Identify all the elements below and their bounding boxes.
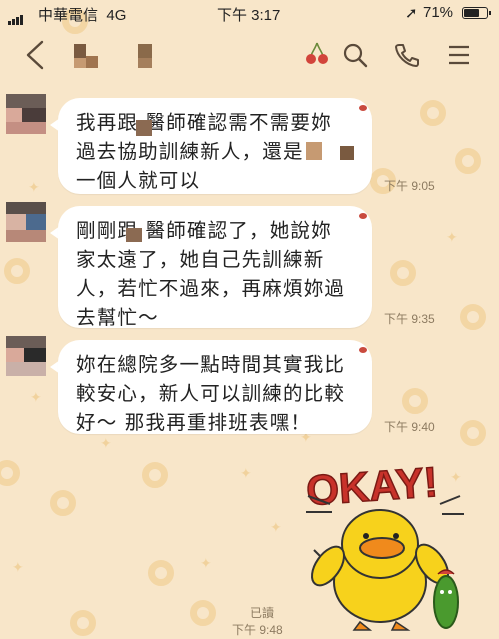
status-bar: 中華電信 4G 下午 3:17 ➚ 71%: [0, 0, 499, 26]
sticker-text: OKAY!: [305, 458, 439, 514]
battery-icon: [462, 7, 491, 19]
message-bubble[interactable]: 剛剛跟 醫師確認了，她說妳 家太遠了，她自己先訓練新 人，若忙不過來，再麻煩妳過…: [58, 206, 372, 329]
status-time: 下午 3:17: [217, 7, 281, 24]
read-receipt: 已讀: [250, 606, 275, 620]
phone-icon[interactable]: [394, 42, 420, 68]
message-time: 下午 9:05: [384, 179, 435, 193]
message-time: 下午 9:48: [232, 623, 283, 637]
avatar[interactable]: [6, 336, 46, 376]
carrier-name: 中華電信 4G: [38, 7, 127, 24]
redaction: [306, 142, 322, 160]
redaction: [126, 228, 142, 242]
signal-icon: [8, 8, 24, 25]
message-time: 下午 9:35: [384, 312, 435, 326]
message-bubble[interactable]: 我再跟 醫師確認需不需要妳 過去協助訓練新人，還是 一個人就可以: [58, 98, 372, 194]
cherry-icon: [306, 42, 328, 64]
redaction: [340, 146, 354, 160]
location-icon: ➚: [405, 5, 418, 22]
avatar[interactable]: [6, 94, 46, 134]
message-bubble[interactable]: 妳在總院多一點時間其實我比 較安心，新人可以訓練的比較 好～ 那我再重排班表嘿！: [58, 340, 372, 434]
back-icon[interactable]: [24, 40, 46, 70]
chat-header: [0, 26, 499, 86]
battery-percent: 71%: [423, 4, 454, 21]
okay-duck-sticker[interactable]: OKAY!: [300, 452, 470, 634]
message-time: 下午 9:40: [384, 420, 435, 434]
avatar[interactable]: [6, 202, 46, 242]
redaction: [136, 120, 152, 136]
menu-icon[interactable]: [446, 42, 472, 68]
search-icon[interactable]: [342, 42, 368, 68]
